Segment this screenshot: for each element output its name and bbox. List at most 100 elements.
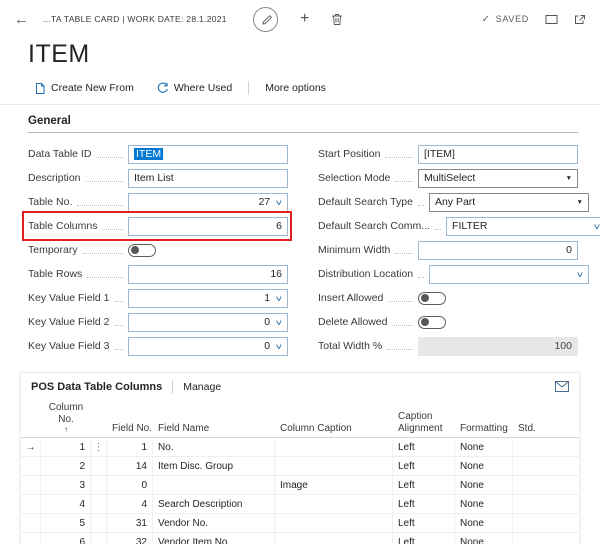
cell-field-name[interactable]: Vendor No. <box>153 514 275 532</box>
leader-dots <box>86 174 123 182</box>
delete-allowed-toggle[interactable] <box>418 316 446 329</box>
new-button[interactable]: + <box>300 11 309 27</box>
start-position-input[interactable]: [ITEM] <box>418 145 578 164</box>
focus-mode-button[interactable] <box>545 14 558 25</box>
chevron-down-icon[interactable]: ∨ <box>275 198 284 207</box>
chevron-down-icon[interactable]: ∨ <box>576 270 585 279</box>
cell-column-caption[interactable]: Image <box>275 476 393 494</box>
default-search-type-select[interactable]: Any Part ▼ <box>429 193 589 212</box>
cell-caption-alignment[interactable]: Left <box>393 514 455 532</box>
chevron-down-icon[interactable]: ∨ <box>275 294 284 303</box>
table-row[interactable]: → 1 ⋮ 1 No. Left None <box>21 438 579 457</box>
action-bar: Create New From Where Used More options <box>28 78 600 98</box>
data-table-id-input[interactable]: ITEM <box>128 145 288 164</box>
cell-caption-alignment[interactable]: Left <box>393 533 455 544</box>
chevron-down-icon[interactable]: ∨ <box>593 222 600 231</box>
field-label: Insert Allowed <box>318 292 383 304</box>
table-row[interactable]: 6 32 Vendor Item No. Left None <box>21 533 579 544</box>
chevron-down-icon[interactable]: ∨ <box>275 318 284 327</box>
cell-std[interactable] <box>513 476 579 494</box>
cell-column-no[interactable]: 3 <box>41 476 91 494</box>
distribution-location-input[interactable]: ∨ <box>429 265 589 284</box>
table-rows-input[interactable]: 16 <box>128 265 288 284</box>
pencil-icon <box>260 13 272 25</box>
cell-field-name[interactable]: No. <box>153 438 275 456</box>
where-used-button[interactable]: Where Used <box>150 80 238 96</box>
edit-button[interactable] <box>253 7 278 32</box>
cell-caption-alignment[interactable]: Left <box>393 438 455 456</box>
part-title[interactable]: POS Data Table Columns <box>31 381 172 393</box>
cell-formatting[interactable]: None <box>455 438 513 456</box>
cell-column-no[interactable]: 1 <box>41 438 91 456</box>
table-row[interactable]: 5 31 Vendor No. Left None <box>21 514 579 533</box>
cell-column-no[interactable]: 6 <box>41 533 91 544</box>
column-header-caption-alignment[interactable]: Caption Alignment <box>393 411 455 434</box>
insert-allowed-toggle[interactable] <box>418 292 446 305</box>
table-row[interactable]: 2 14 Item Disc. Group Left None <box>21 457 579 476</box>
more-options-button[interactable]: More options <box>259 80 332 96</box>
key-value-field-3-input[interactable]: 0 ∨ <box>128 337 288 356</box>
breadcrumb[interactable]: ...TA TABLE CARD | WORK DATE: 28.1.2021 <box>43 14 227 24</box>
key-value-field-1-input[interactable]: 1 ∨ <box>128 289 288 308</box>
row-options-button[interactable]: ⋮ <box>91 438 107 456</box>
cell-field-no[interactable]: 0 <box>107 476 153 494</box>
cell-formatting[interactable]: None <box>455 533 513 544</box>
column-header-column-caption[interactable]: Column Caption <box>275 423 393 435</box>
field-default-search-command: Default Search Comm... FILTER ∨ <box>318 214 578 238</box>
column-header-std[interactable]: Std. <box>513 423 579 435</box>
default-search-command-input[interactable]: FILTER ∨ <box>446 217 600 236</box>
cell-caption-alignment[interactable]: Left <box>393 457 455 475</box>
field-temporary: Temporary <box>28 238 288 262</box>
cell-std[interactable] <box>513 514 579 532</box>
table-row[interactable]: 3 0 Image Left None <box>21 476 579 495</box>
cell-field-name[interactable]: Vendor Item No. <box>153 533 275 544</box>
cell-field-no[interactable]: 32 <box>107 533 153 544</box>
open-in-new-window-button[interactable] <box>574 14 586 25</box>
cell-field-name[interactable] <box>153 476 275 494</box>
cell-column-caption[interactable] <box>275 495 393 513</box>
cell-column-caption[interactable] <box>275 457 393 475</box>
cell-column-caption[interactable] <box>275 438 393 456</box>
cell-std[interactable] <box>513 457 579 475</box>
open-in-excel-button[interactable] <box>555 381 569 392</box>
cell-std[interactable] <box>513 438 579 456</box>
cell-field-no[interactable]: 14 <box>107 457 153 475</box>
cell-field-name[interactable]: Search Description <box>153 495 275 513</box>
chevron-down-icon[interactable]: ∨ <box>275 342 284 351</box>
manage-menu[interactable]: Manage <box>173 381 231 393</box>
cell-field-name[interactable]: Item Disc. Group <box>153 457 275 475</box>
column-header-field-name[interactable]: Field Name <box>153 423 275 435</box>
cell-column-no[interactable]: 2 <box>41 457 91 475</box>
temporary-toggle[interactable] <box>128 244 156 257</box>
cell-column-caption[interactable] <box>275 514 393 532</box>
cell-field-no[interactable]: 31 <box>107 514 153 532</box>
description-input[interactable]: Item List <box>128 169 288 188</box>
cell-formatting[interactable]: None <box>455 476 513 494</box>
minimum-width-input[interactable]: 0 <box>418 241 578 260</box>
table-columns-input[interactable]: 6 <box>128 217 288 236</box>
create-new-from-button[interactable]: Create New From <box>28 80 140 97</box>
general-section-header[interactable]: General <box>28 105 578 133</box>
cell-column-no[interactable]: 4 <box>41 495 91 513</box>
cell-formatting[interactable]: None <box>455 514 513 532</box>
column-header-column-no[interactable]: Column No. ↑ <box>41 402 91 434</box>
selection-mode-select[interactable]: MultiSelect ▼ <box>418 169 578 188</box>
column-header-formatting[interactable]: Formatting <box>455 423 513 435</box>
cell-caption-alignment[interactable]: Left <box>393 495 455 513</box>
cell-field-no[interactable]: 4 <box>107 495 153 513</box>
cell-std[interactable] <box>513 495 579 513</box>
cell-std[interactable] <box>513 533 579 544</box>
cell-field-no[interactable]: 1 <box>107 438 153 456</box>
delete-button[interactable] <box>331 13 343 26</box>
cell-column-caption[interactable] <box>275 533 393 544</box>
where-used-label: Where Used <box>174 82 232 94</box>
table-row[interactable]: 4 4 Search Description Left None <box>21 495 579 514</box>
cell-formatting[interactable]: None <box>455 495 513 513</box>
cell-column-no[interactable]: 5 <box>41 514 91 532</box>
key-value-field-2-input[interactable]: 0 ∨ <box>128 313 288 332</box>
table-no-input[interactable]: 27 ∨ <box>128 193 288 212</box>
column-header-field-no[interactable]: Field No. <box>107 423 153 435</box>
cell-formatting[interactable]: None <box>455 457 513 475</box>
back-button[interactable]: ← <box>14 12 29 27</box>
cell-caption-alignment[interactable]: Left <box>393 476 455 494</box>
